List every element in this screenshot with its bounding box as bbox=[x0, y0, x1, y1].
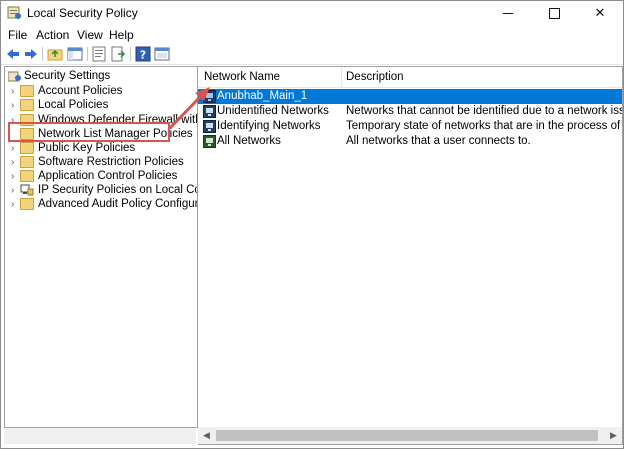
menu-file[interactable]: File bbox=[8, 28, 27, 42]
list-row-identifying-networks[interactable]: Identifying Networks Temporary state of … bbox=[198, 119, 622, 134]
chevron-right-icon[interactable]: › bbox=[11, 155, 19, 170]
tree-item-public-key-policies[interactable]: › Public Key Policies bbox=[5, 141, 197, 156]
list-header: Network Name Description bbox=[198, 67, 622, 88]
back-arrow-icon[interactable] bbox=[5, 46, 21, 62]
column-header-network-name[interactable]: Network Name bbox=[204, 71, 280, 83]
menu-bar: File Action View Help bbox=[1, 25, 623, 44]
folder-icon bbox=[20, 156, 34, 168]
title-bar: Local Security Policy ✕ bbox=[1, 1, 623, 25]
toolbar-separator bbox=[130, 47, 131, 61]
chevron-right-icon[interactable]: › bbox=[11, 169, 19, 184]
folder-icon bbox=[20, 142, 34, 154]
annotation-highlight-box bbox=[8, 122, 170, 142]
security-settings-icon bbox=[8, 71, 21, 82]
export-list-icon[interactable] bbox=[110, 46, 126, 62]
svg-text:?: ? bbox=[140, 49, 146, 62]
column-header-description[interactable]: Description bbox=[346, 71, 404, 83]
menu-action[interactable]: Action bbox=[36, 28, 69, 42]
show-hide-tree-icon[interactable] bbox=[67, 46, 83, 62]
close-button[interactable]: ✕ bbox=[577, 1, 623, 25]
local-security-policy-window: Local Security Policy ✕ File Action View… bbox=[0, 0, 624, 449]
menu-help[interactable]: Help bbox=[109, 28, 134, 42]
scrollbar-thumb[interactable] bbox=[216, 430, 598, 441]
folder-icon bbox=[20, 170, 34, 182]
network-description: Temporary state of networks that are in … bbox=[346, 120, 622, 132]
network-name: Anubhab_Main_1 bbox=[217, 90, 308, 102]
tree-item-label: Software Restriction Policies bbox=[38, 156, 184, 168]
toolbar: ? bbox=[1, 44, 623, 65]
tree-item-label: Advanced Audit Policy Configuration bbox=[38, 198, 197, 210]
tree-item-local-policies[interactable]: › Local Policies bbox=[5, 98, 197, 113]
minimize-button[interactable] bbox=[485, 1, 531, 25]
chevron-right-icon[interactable]: › bbox=[11, 197, 19, 212]
window-title: Local Security Policy bbox=[27, 6, 138, 20]
chevron-right-icon[interactable]: › bbox=[11, 98, 19, 113]
toolbar-separator bbox=[87, 47, 88, 61]
tree-item-label: Account Policies bbox=[38, 85, 123, 97]
ip-security-icon bbox=[20, 184, 34, 196]
scroll-right-icon[interactable]: ▶ bbox=[605, 427, 622, 444]
tree-item-software-restriction-policies[interactable]: › Software Restriction Policies bbox=[5, 155, 197, 170]
maximize-button[interactable] bbox=[531, 1, 577, 25]
network-description: Networks that cannot be identified due t… bbox=[346, 105, 622, 117]
chevron-right-icon[interactable]: › bbox=[11, 183, 19, 198]
network-icon bbox=[203, 135, 216, 148]
minimize-icon bbox=[503, 12, 513, 14]
tree-item-advanced-audit-policy[interactable]: › Advanced Audit Policy Configuration bbox=[5, 197, 197, 212]
column-divider[interactable] bbox=[341, 67, 342, 87]
network-list-pane: Network Name Description Anubhab_Main_1 … bbox=[198, 66, 623, 430]
tree-item-application-control-policies[interactable]: › Application Control Policies bbox=[5, 169, 197, 184]
tree-item-label: Public Key Policies bbox=[38, 142, 136, 154]
network-icon bbox=[203, 120, 216, 133]
horizontal-scrollbar[interactable]: ◀ ▶ bbox=[198, 427, 623, 445]
chevron-right-icon[interactable]: › bbox=[11, 84, 19, 99]
tree-item-label: Application Control Policies bbox=[38, 170, 178, 182]
folder-icon bbox=[20, 99, 34, 111]
network-name: All Networks bbox=[217, 135, 281, 147]
scroll-left-icon[interactable]: ◀ bbox=[198, 427, 215, 444]
network-name: Unidentified Networks bbox=[217, 105, 329, 117]
security-policy-icon bbox=[7, 6, 21, 19]
tree-item-account-policies[interactable]: › Account Policies bbox=[5, 84, 197, 99]
forward-arrow-icon[interactable] bbox=[23, 46, 39, 62]
status-strip bbox=[4, 428, 196, 444]
tree-root-security-settings[interactable]: Security Settings bbox=[5, 69, 197, 84]
chevron-right-icon[interactable]: › bbox=[11, 141, 19, 156]
network-icon bbox=[203, 105, 216, 118]
network-description: All networks that a user connects to. bbox=[346, 135, 531, 147]
properties-icon[interactable] bbox=[91, 46, 107, 62]
list-row-all-networks[interactable]: All Networks All networks that a user co… bbox=[198, 134, 622, 149]
tree-item-label: IP Security Policies on Local Compute bbox=[38, 184, 197, 196]
list-row-unidentified-networks[interactable]: Unidentified Networks Networks that cann… bbox=[198, 104, 622, 119]
console-icon[interactable] bbox=[154, 46, 170, 62]
folder-icon bbox=[20, 198, 34, 210]
menu-view[interactable]: View bbox=[77, 28, 103, 42]
tree-item-ip-security-policies[interactable]: › IP Security Policies on Local Compute bbox=[5, 183, 197, 198]
folder-icon bbox=[20, 85, 34, 97]
tree-root-label: Security Settings bbox=[24, 70, 111, 82]
network-icon bbox=[203, 90, 216, 103]
toolbar-separator bbox=[42, 47, 43, 61]
tree-pane: Security Settings › Account Policies › L… bbox=[4, 66, 198, 428]
list-row-anubhab-main-1[interactable]: Anubhab_Main_1 bbox=[198, 89, 622, 104]
network-name: Identifying Networks bbox=[217, 120, 321, 132]
tree-item-label: Local Policies bbox=[38, 99, 109, 111]
help-icon[interactable]: ? bbox=[135, 46, 151, 62]
up-folder-icon[interactable] bbox=[47, 46, 63, 62]
maximize-icon bbox=[548, 7, 560, 19]
close-icon: ✕ bbox=[594, 5, 606, 20]
